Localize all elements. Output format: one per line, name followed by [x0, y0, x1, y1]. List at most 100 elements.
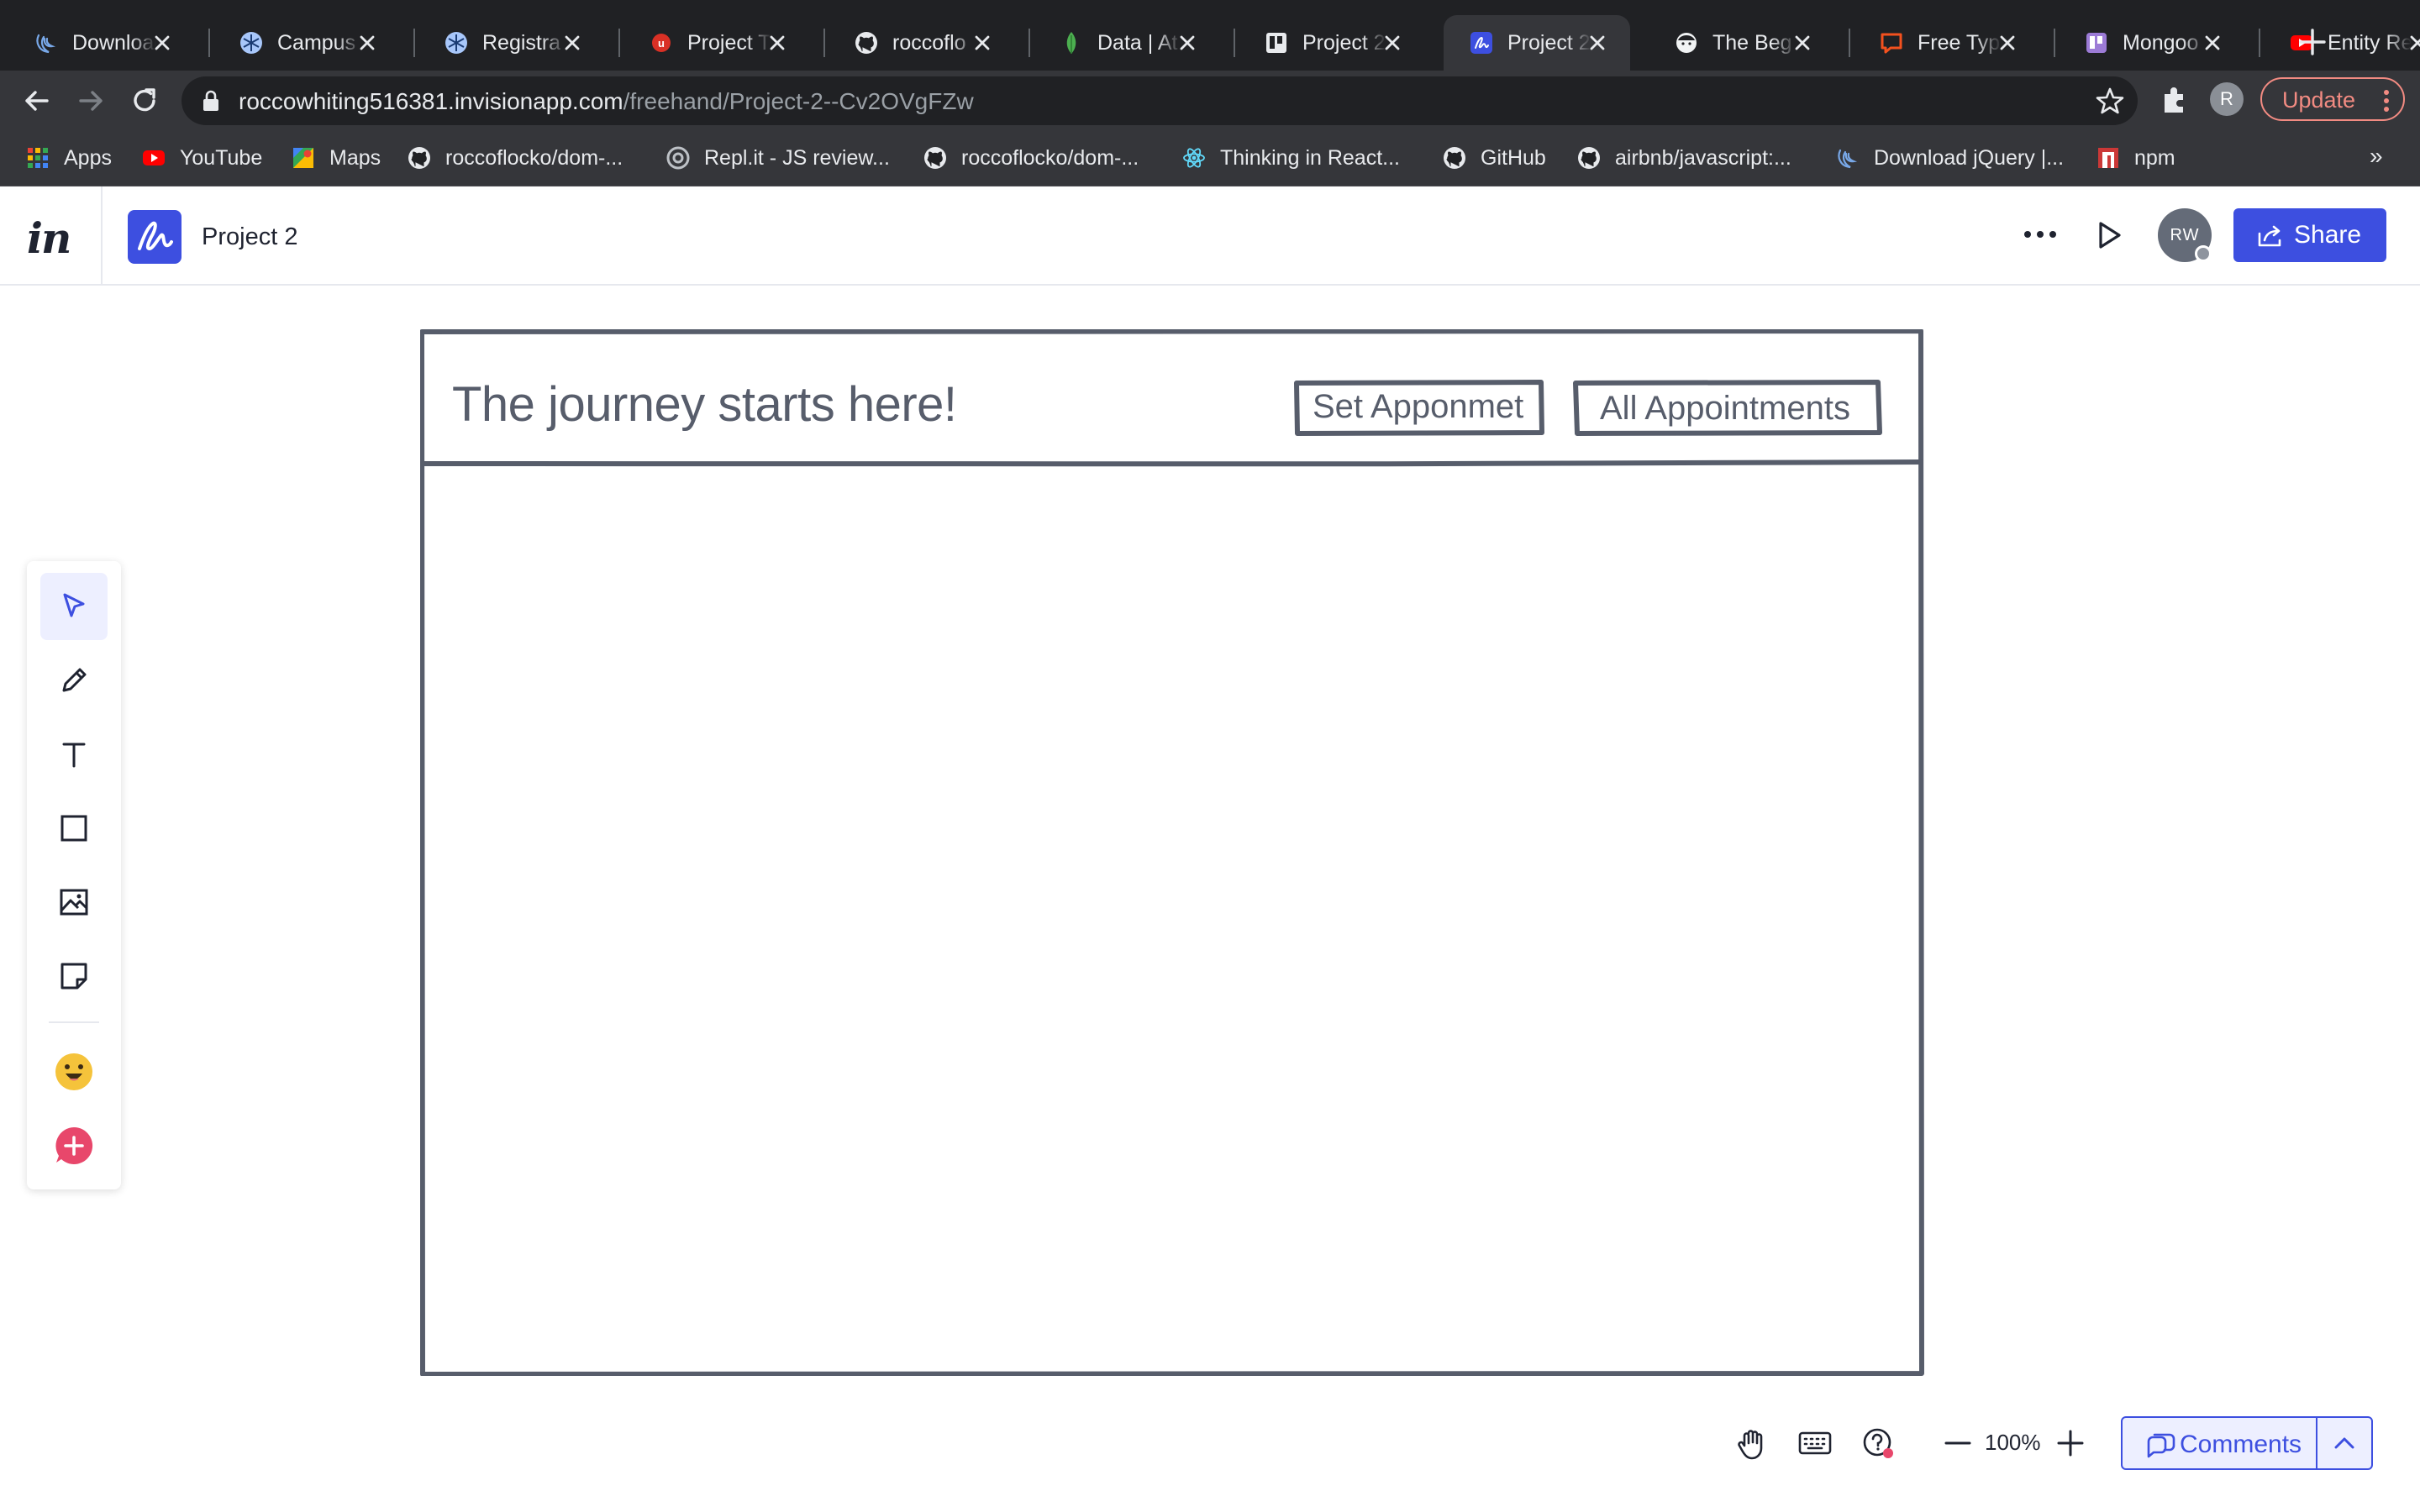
browser-tab[interactable]: Free Typ	[1854, 15, 2040, 71]
bookmark-item[interactable]: YouTube	[141, 143, 262, 173]
youtube-icon	[141, 145, 166, 171]
reload-icon[interactable]	[126, 82, 163, 119]
replit-icon	[666, 145, 691, 171]
browser-tab-strip: Download Campus Registra u Project T roccoflo…	[0, 0, 2420, 71]
hand-pan-icon[interactable]	[1734, 1425, 1771, 1462]
bookmark-item[interactable]: Apps	[25, 143, 112, 173]
invision-logo[interactable]: in	[27, 213, 71, 263]
browser-tab[interactable]: Project 2	[1239, 15, 1425, 71]
zoom-in-icon[interactable]	[2052, 1425, 2089, 1462]
pencil-icon	[62, 668, 87, 692]
new-tab-plus-icon[interactable]	[2294, 24, 2331, 60]
trello-icon	[1264, 30, 1289, 55]
bookmark-label: Maps	[329, 145, 381, 170]
github-icon	[407, 145, 432, 171]
browser-tab[interactable]: roccoflo	[829, 15, 1015, 71]
tab-close-icon[interactable]	[1996, 32, 2018, 54]
browser-tab[interactable]: The Beg	[1649, 15, 1835, 71]
browser-tab[interactable]: Mongoo	[2059, 15, 2245, 71]
tab-separator	[1234, 29, 1235, 57]
extensions-puzzle-icon[interactable]	[2158, 82, 2191, 116]
github-icon	[923, 145, 948, 171]
browser-tab[interactable]: Campus	[213, 15, 400, 71]
tab-close-icon[interactable]	[2202, 32, 2223, 54]
rectangle-icon	[60, 815, 87, 842]
more-options-icon[interactable]	[2022, 222, 2059, 247]
sticky-note-tool[interactable]	[40, 942, 108, 1010]
menu-dots-icon	[2384, 90, 2389, 112]
profile-avatar[interactable]: R	[2210, 82, 2244, 116]
browser-tab[interactable]: Project 2	[1444, 15, 1630, 71]
select-tool[interactable]	[40, 573, 108, 640]
back-arrow-icon[interactable]	[18, 82, 55, 119]
bookmark-item[interactable]: Maps	[291, 143, 381, 173]
bookmark-label: Download jQuery |...	[1874, 145, 2065, 170]
text-tool[interactable]	[40, 721, 108, 788]
tab-close-icon[interactable]	[971, 32, 993, 54]
bookmark-item[interactable]: Download jQuery |...	[1835, 143, 2064, 173]
forward-arrow-icon[interactable]	[72, 82, 109, 119]
share-button[interactable]: Share	[2233, 208, 2386, 262]
rectangle-tool[interactable]	[40, 795, 108, 862]
bookmarks-bar: » Apps YouTube Maps roccoflocko/dom-... Repl…	[0, 131, 2420, 186]
tab-title: Registra	[482, 30, 561, 55]
all-appointments-button[interactable]: All Appointments	[1600, 390, 1850, 428]
bookmark-item[interactable]: npm	[2096, 143, 2175, 173]
bookmark-label: npm	[2134, 145, 2175, 170]
comments-button[interactable]: Comments	[2121, 1416, 2373, 1470]
image-tool[interactable]	[40, 869, 108, 936]
browser-tab[interactable]: Registra	[418, 15, 605, 71]
tab-close-icon[interactable]	[151, 32, 173, 54]
document-title[interactable]: Project 2	[202, 223, 297, 251]
jquery-icon	[1835, 145, 1860, 171]
browser-tab[interactable]: u Project T	[623, 15, 810, 71]
tab-close-icon[interactable]	[1791, 32, 1813, 54]
bookmark-item[interactable]: airbnb/javascript:...	[1576, 143, 1791, 173]
add-comment-tool[interactable]	[40, 1112, 108, 1179]
browser-tab[interactable]: Data | At	[1034, 15, 1220, 71]
browser-tab[interactable]: Download	[8, 15, 195, 71]
tab-separator	[1849, 29, 1850, 57]
update-button[interactable]: Update	[2260, 77, 2405, 121]
bookmark-star-icon[interactable]	[2096, 87, 2124, 115]
bookmark-item[interactable]: GitHub	[1442, 143, 1546, 173]
bookmark-item[interactable]: Thinking in React...	[1181, 143, 1400, 173]
keyboard-shortcuts-icon[interactable]	[1797, 1425, 1833, 1462]
freehand-doc-icon	[128, 210, 182, 264]
set-appointment-button[interactable]: Set Apponmet	[1313, 388, 1523, 426]
zoom-level[interactable]: 100%	[1985, 1430, 2041, 1456]
bookmark-label: roccoflocko/dom-...	[445, 145, 623, 170]
wireframe-outer-frame[interactable]	[420, 329, 1924, 1376]
sticky-note-icon	[60, 963, 87, 990]
tab-close-icon[interactable]	[356, 32, 378, 54]
bookmark-item[interactable]: roccoflocko/dom-...	[407, 143, 623, 173]
chat-bubble-icon	[1879, 30, 1904, 55]
tab-close-icon[interactable]	[2407, 32, 2420, 54]
lock-icon[interactable]	[202, 90, 220, 112]
wireframe-header-divider[interactable]	[420, 459, 1923, 467]
cursor-arrow-icon	[63, 593, 85, 617]
tab-close-icon[interactable]	[1381, 32, 1403, 54]
play-presentation-icon[interactable]	[2092, 218, 2126, 252]
tab-close-icon[interactable]	[766, 32, 788, 54]
wireframe-sketch[interactable]	[420, 329, 1924, 1376]
canvas-heading[interactable]: The journey starts here!	[452, 376, 957, 433]
url-text[interactable]: roccowhiting516381.invisionapp.com/freeh…	[239, 88, 974, 115]
tab-close-icon[interactable]	[1586, 32, 1608, 54]
chevron-up-icon[interactable]	[2331, 1431, 2358, 1455]
bookmarks-overflow-icon[interactable]: »	[2370, 143, 2383, 170]
bookmark-item[interactable]: roccoflocko/dom-...	[923, 143, 1139, 173]
tab-close-icon[interactable]	[1176, 32, 1198, 54]
bookmark-item[interactable]: Repl.it - JS review...	[666, 143, 890, 173]
emoji-tool[interactable]	[40, 1038, 108, 1105]
pen-tool[interactable]	[40, 647, 108, 714]
tab-close-icon[interactable]	[561, 32, 583, 54]
tab-title: Project 2	[1302, 30, 1386, 55]
url-domain: roccowhiting516381.invisionapp.com	[239, 88, 623, 114]
zoom-out-icon[interactable]	[1939, 1425, 1976, 1462]
browser-tab[interactable]: Entity Re	[2264, 15, 2420, 71]
bookmark-label: GitHub	[1481, 145, 1546, 170]
help-icon[interactable]	[1860, 1425, 1897, 1462]
address-bar[interactable]: roccowhiting516381.invisionapp.com/freeh…	[182, 76, 2138, 125]
browser-toolbar: roccowhiting516381.invisionapp.com/freeh…	[0, 71, 2420, 131]
